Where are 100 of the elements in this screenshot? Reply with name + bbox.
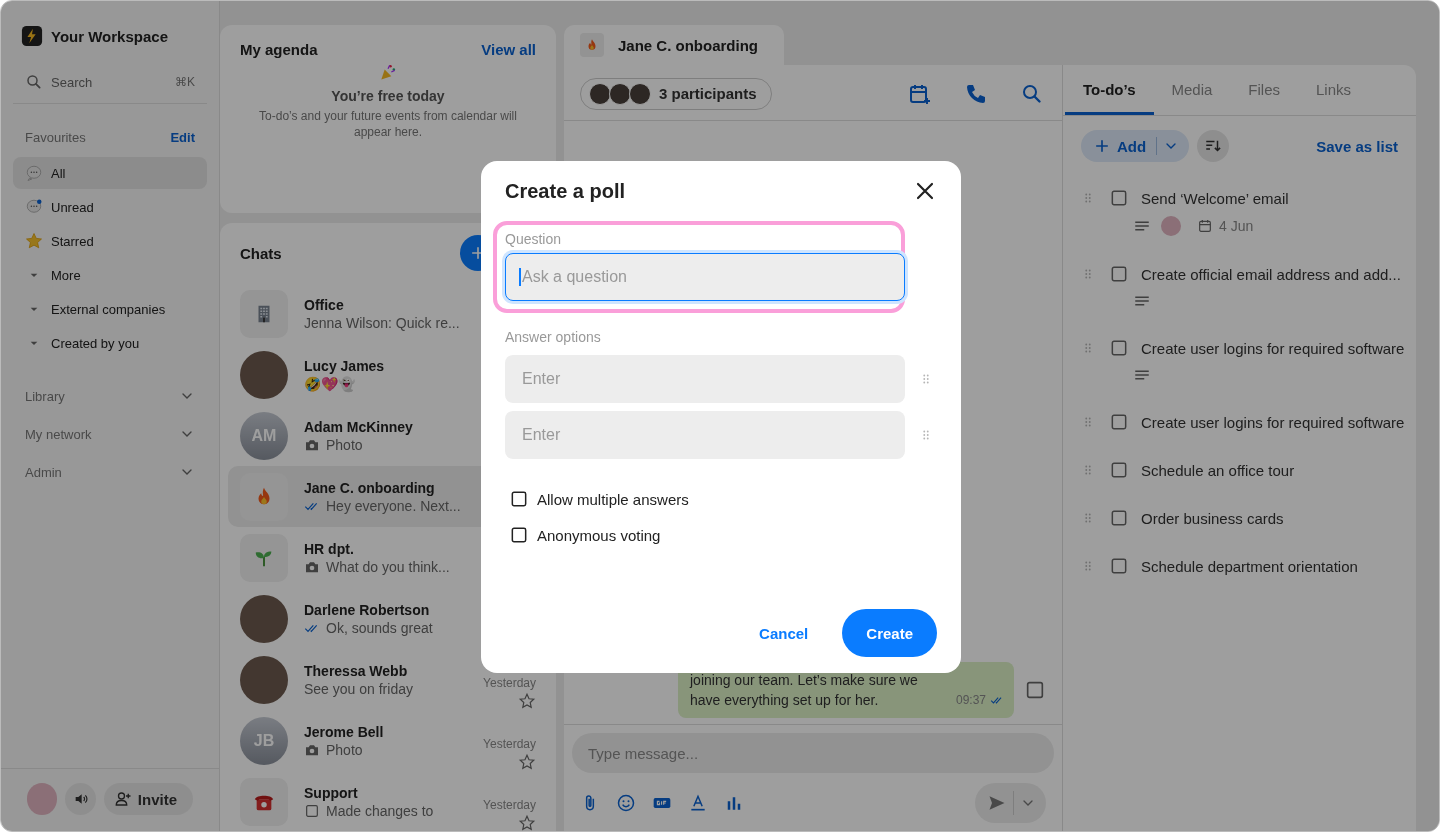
message-time: 09:37	[955, 692, 986, 709]
chat-name: Jerome Bell	[304, 723, 384, 740]
edit-link[interactable]: Edit	[170, 130, 195, 145]
keyboard-shortcut: ⌘K	[175, 75, 195, 89]
sidebar-item[interactable]: Unread	[13, 191, 207, 223]
chat-name: Darlene Robertson	[304, 601, 430, 618]
chat-name: Lucy James	[304, 357, 385, 374]
chat-name: HR dpt.	[304, 540, 354, 557]
save-as-list-link[interactable]: Save as list	[1316, 137, 1398, 155]
text-cursor	[519, 268, 521, 286]
field-label: Answer options	[505, 329, 602, 345]
plus-icon	[1093, 137, 1111, 155]
chat-list-item[interactable]: Darlene Robertson Ok, sounds great	[228, 588, 556, 649]
select-checkbox-icon[interactable]	[1024, 679, 1046, 701]
answer-input[interactable]: Enter	[505, 355, 905, 403]
unread-chat-icon	[25, 198, 43, 216]
view-all-link[interactable]: View all	[481, 41, 536, 58]
checkbox[interactable]	[509, 525, 529, 545]
conversation-title: Jane C. onboarding	[618, 36, 758, 54]
section-header[interactable]: My network	[13, 415, 207, 453]
empty-state-title: You’re free today	[330, 88, 446, 104]
card-title: My agenda	[240, 41, 318, 58]
checkbox-label: Anonymous voting	[537, 526, 661, 544]
field-label: Question	[505, 231, 563, 247]
checkbox[interactable]	[1109, 338, 1129, 358]
calendar-icon	[1197, 218, 1213, 234]
section-title: Library	[25, 388, 65, 404]
chat-name: Theressa Webb	[304, 662, 408, 679]
section-title: My network	[25, 426, 92, 442]
create-button[interactable]: Create	[842, 609, 937, 657]
conversation-tab[interactable]: Jane C. onboarding	[564, 25, 784, 65]
sidebar-item[interactable]: Created by you	[13, 327, 207, 359]
participants-button[interactable]: 3 participants	[580, 77, 772, 110]
timestamp: Yesterday	[483, 737, 536, 751]
star-icon	[25, 232, 43, 250]
send-button[interactable]	[975, 783, 1046, 823]
message-preview: Made changes to	[326, 802, 434, 819]
timestamp: Yesterday	[483, 798, 536, 812]
star-icon[interactable]	[518, 692, 536, 710]
sort-button[interactable]	[1197, 130, 1230, 162]
checkbox[interactable]	[1109, 460, 1129, 480]
chat-name: Adam McKinney	[304, 418, 413, 435]
star-icon[interactable]	[518, 814, 536, 831]
checkbox[interactable]	[1109, 188, 1129, 208]
message-text: joining our team. Let’s make sure we have everything set up for her.	[690, 671, 919, 710]
add-user-icon	[113, 790, 132, 808]
chat-name: Office	[304, 296, 344, 313]
emoji-icon[interactable]	[616, 793, 636, 813]
chat-bubble-icon	[25, 164, 43, 182]
sidebar-item[interactable]: Starred	[13, 225, 207, 257]
todo-title: Create user logins for required software	[1141, 339, 1405, 357]
section-header[interactable]: Library	[13, 377, 207, 415]
checkbox-icon	[304, 802, 320, 819]
section-title: Favourites	[25, 130, 86, 145]
todo-title: Send ‘Welcome’ email	[1141, 189, 1289, 207]
message-preview: Ok, sounds great	[326, 619, 433, 636]
avatar-photo-placeholder	[240, 655, 288, 704]
workspace-name: Your Workspace	[51, 27, 168, 45]
avatar-initials: AM	[240, 411, 288, 460]
sidebar-item[interactable]: More	[13, 259, 207, 291]
checkbox[interactable]	[1109, 264, 1129, 284]
sidebar-item[interactable]: All	[13, 157, 207, 189]
cancel-button[interactable]: Cancel	[759, 624, 809, 642]
checkbox[interactable]	[1109, 556, 1129, 576]
message-preview: What do you think...	[326, 558, 450, 575]
message-input[interactable]: Type message...	[572, 733, 1054, 773]
timestamp: Yesterday	[483, 676, 536, 690]
star-icon[interactable]	[518, 753, 536, 771]
dialog-title: Create a poll	[505, 179, 626, 203]
card-title: Chats	[240, 244, 282, 262]
chat-list-item[interactable]: JB Jerome Bell Photo Yesterday	[228, 710, 556, 771]
todo-title: Schedule an office tour	[1141, 461, 1295, 479]
section-title: Admin	[25, 464, 62, 480]
message-preview: See you on friday	[304, 680, 413, 697]
chat-list-item[interactable]: Support Made changes to Yesterday	[228, 771, 556, 831]
checkbox[interactable]	[1109, 508, 1129, 528]
answer-input[interactable]: Enter	[505, 411, 905, 459]
todo-title: Order business cards	[1141, 509, 1284, 527]
avatar-photo-placeholder	[240, 594, 288, 643]
avatar-photo-placeholder	[629, 82, 651, 105]
add-button[interactable]: Add	[1081, 130, 1190, 162]
text-format-icon[interactable]	[688, 793, 708, 813]
question-input[interactable]: Ask a question	[505, 253, 905, 301]
checkbox[interactable]	[509, 489, 529, 509]
todo-title: Create official email address and add...	[1141, 265, 1401, 283]
sound-button[interactable]	[65, 783, 96, 815]
todo-title: Create user logins for required software	[1141, 413, 1405, 431]
panel-tab[interactable]: To-do’s	[1065, 65, 1154, 115]
message-preview: Hey everyone. Next...	[326, 497, 461, 514]
search-field[interactable]: Search ⌘K	[13, 61, 207, 104]
avatar-photo-placeholder	[589, 82, 611, 105]
message-preview: 🤣💖👻	[304, 375, 355, 392]
empty-state-text: To-do’s and your future events from calendar will appear here.	[258, 108, 518, 140]
chat-name: Jane C. onboarding	[304, 479, 435, 496]
sidebar-item[interactable]: External companies	[13, 293, 207, 325]
message-preview: Photo	[326, 741, 363, 758]
chat-name: Support	[304, 784, 358, 801]
section-header[interactable]: Admin	[13, 453, 207, 491]
invite-button[interactable]: Invite	[103, 783, 193, 815]
checkbox[interactable]	[1109, 412, 1129, 432]
